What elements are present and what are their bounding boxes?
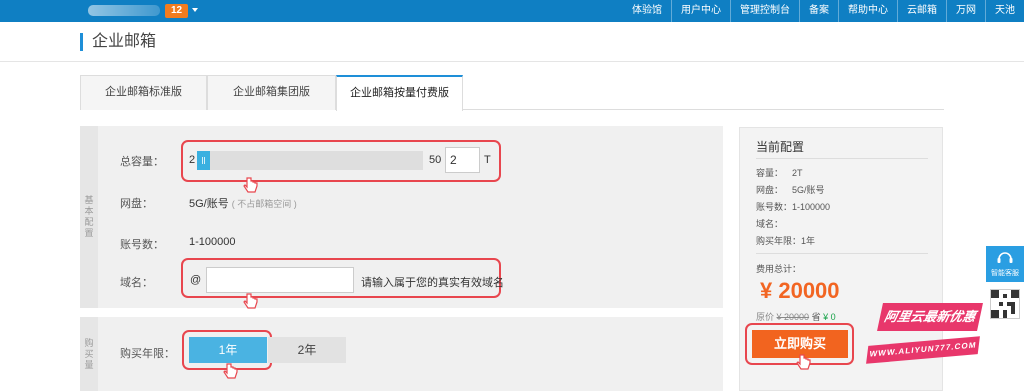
- summary-domain: 域名：: [756, 217, 792, 230]
- domain-hint: 请输入属于您的真实有效域名: [361, 277, 504, 289]
- disk-hint: ( 不占邮箱空间 ): [231, 199, 297, 209]
- save-row: 省 ¥ 0: [812, 312, 836, 322]
- domain-input[interactable]: [206, 267, 354, 293]
- summary-key: 域名：: [756, 219, 784, 229]
- summary-key: 网盘：: [756, 185, 784, 195]
- summary-title: 当前配置: [756, 140, 805, 154]
- summary-accounts: 账号数：1-100000: [756, 200, 830, 213]
- top-bar: 12 体验馆 用户中心 管理控制台 备案 帮助中心 云邮箱 万网 天池: [0, 0, 1024, 22]
- summary-key: 容量：: [756, 168, 784, 178]
- summary-disk: 网盘： 5G/账号: [756, 183, 825, 196]
- purchase-panel: 购买量: [80, 317, 723, 391]
- divider: [756, 253, 928, 254]
- summary-key: 购买年限：: [756, 236, 802, 246]
- nav-wanwang[interactable]: 万网: [946, 0, 985, 22]
- pointer-hand-icon: [243, 177, 258, 193]
- year-option-1[interactable]: 1年: [189, 337, 267, 363]
- divider: [0, 61, 1024, 62]
- summary-capacity: 容量： 2T: [756, 166, 803, 179]
- nav-tianchi[interactable]: 天池: [985, 0, 1024, 22]
- capacity-unit: T: [484, 154, 491, 166]
- page-title: 企业邮箱: [80, 33, 156, 51]
- nav-user-center[interactable]: 用户中心: [671, 0, 730, 22]
- capacity-min: 2: [189, 154, 196, 166]
- slider-handle-icon[interactable]: [202, 157, 205, 164]
- save-value: ¥ 0: [823, 312, 836, 322]
- domain-label: 域名：: [120, 277, 153, 289]
- username-blurred[interactable]: [88, 5, 160, 16]
- top-nav: 体验馆 用户中心 管理控制台 备案 帮助中心 云邮箱 万网 天池: [623, 0, 1024, 22]
- summary-key: 账号数：: [756, 202, 793, 212]
- domain-at: @: [190, 274, 202, 286]
- nav-icp[interactable]: 备案: [799, 0, 838, 22]
- promo-line-2: WWW.ALIYUN777.COM: [866, 336, 980, 364]
- total-label: 费用总计：: [756, 264, 802, 274]
- chevron-down-icon[interactable]: [192, 8, 198, 12]
- section-label-buy: 购买量: [80, 317, 98, 391]
- disk-label: 网盘：: [120, 198, 153, 210]
- disk-value: 5G/账号: [189, 198, 229, 210]
- capacity-label: 总容量：: [120, 156, 164, 168]
- smart-support-button[interactable]: 智能客服: [986, 246, 1024, 282]
- promo-watermark: 阿里云最新优惠 WWW.ALIYUN777.COM: [866, 303, 990, 383]
- tab-group[interactable]: 企业邮箱集团版: [207, 75, 336, 110]
- notification-badge[interactable]: 12: [165, 4, 189, 18]
- accounts-label: 账号数：: [120, 239, 164, 251]
- summary-value: 1-100000: [792, 202, 831, 212]
- accounts-value: 1-100000: [189, 236, 236, 248]
- summary-value: 2T: [792, 168, 803, 178]
- divider: [756, 158, 928, 159]
- summary-years: 购买年限：1年: [756, 234, 815, 247]
- headset-icon: [997, 252, 1013, 263]
- product-tabs: 企业邮箱标准版 企业邮箱集团版 企业邮箱按量付费版: [80, 75, 944, 111]
- tab-standard[interactable]: 企业邮箱标准版: [80, 75, 207, 110]
- years-label: 购买年限：: [120, 348, 175, 360]
- pointer-hand-icon: [796, 354, 811, 370]
- original-price-row: 原价 ¥ 20000 省 ¥ 0: [756, 310, 836, 323]
- year-option-2[interactable]: 2年: [268, 337, 346, 363]
- section-label-basic: 基本配置: [80, 126, 98, 308]
- total-price: ¥ 20000: [760, 278, 840, 303]
- pointer-hand-icon: [243, 293, 258, 309]
- promo-line-1: 阿里云最新优惠: [877, 303, 983, 331]
- capacity-max: 50: [429, 154, 442, 166]
- summary-value: 5G/账号: [792, 185, 825, 195]
- capacity-input[interactable]: 2: [445, 147, 480, 173]
- summary-value: 1年: [801, 236, 816, 246]
- nav-console[interactable]: 管理控制台: [730, 0, 799, 22]
- nav-cloud-mail[interactable]: 云邮箱: [897, 0, 946, 22]
- nav-help[interactable]: 帮助中心: [838, 0, 897, 22]
- tab-pay-as-you-go[interactable]: 企业邮箱按量付费版: [336, 75, 463, 111]
- orig-label: 原价: [756, 312, 775, 322]
- orig-price: ¥ 20000: [776, 312, 810, 322]
- support-label: 智能客服: [991, 270, 1019, 277]
- nav-experience[interactable]: 体验馆: [623, 0, 671, 22]
- disk-value-row: 5G/账号 ( 不占邮箱空间 ): [189, 195, 297, 211]
- capacity-slider[interactable]: [197, 151, 423, 170]
- save-label: 省: [811, 312, 821, 322]
- pointer-hand-icon: [223, 363, 238, 379]
- qr-code-icon[interactable]: [990, 289, 1020, 319]
